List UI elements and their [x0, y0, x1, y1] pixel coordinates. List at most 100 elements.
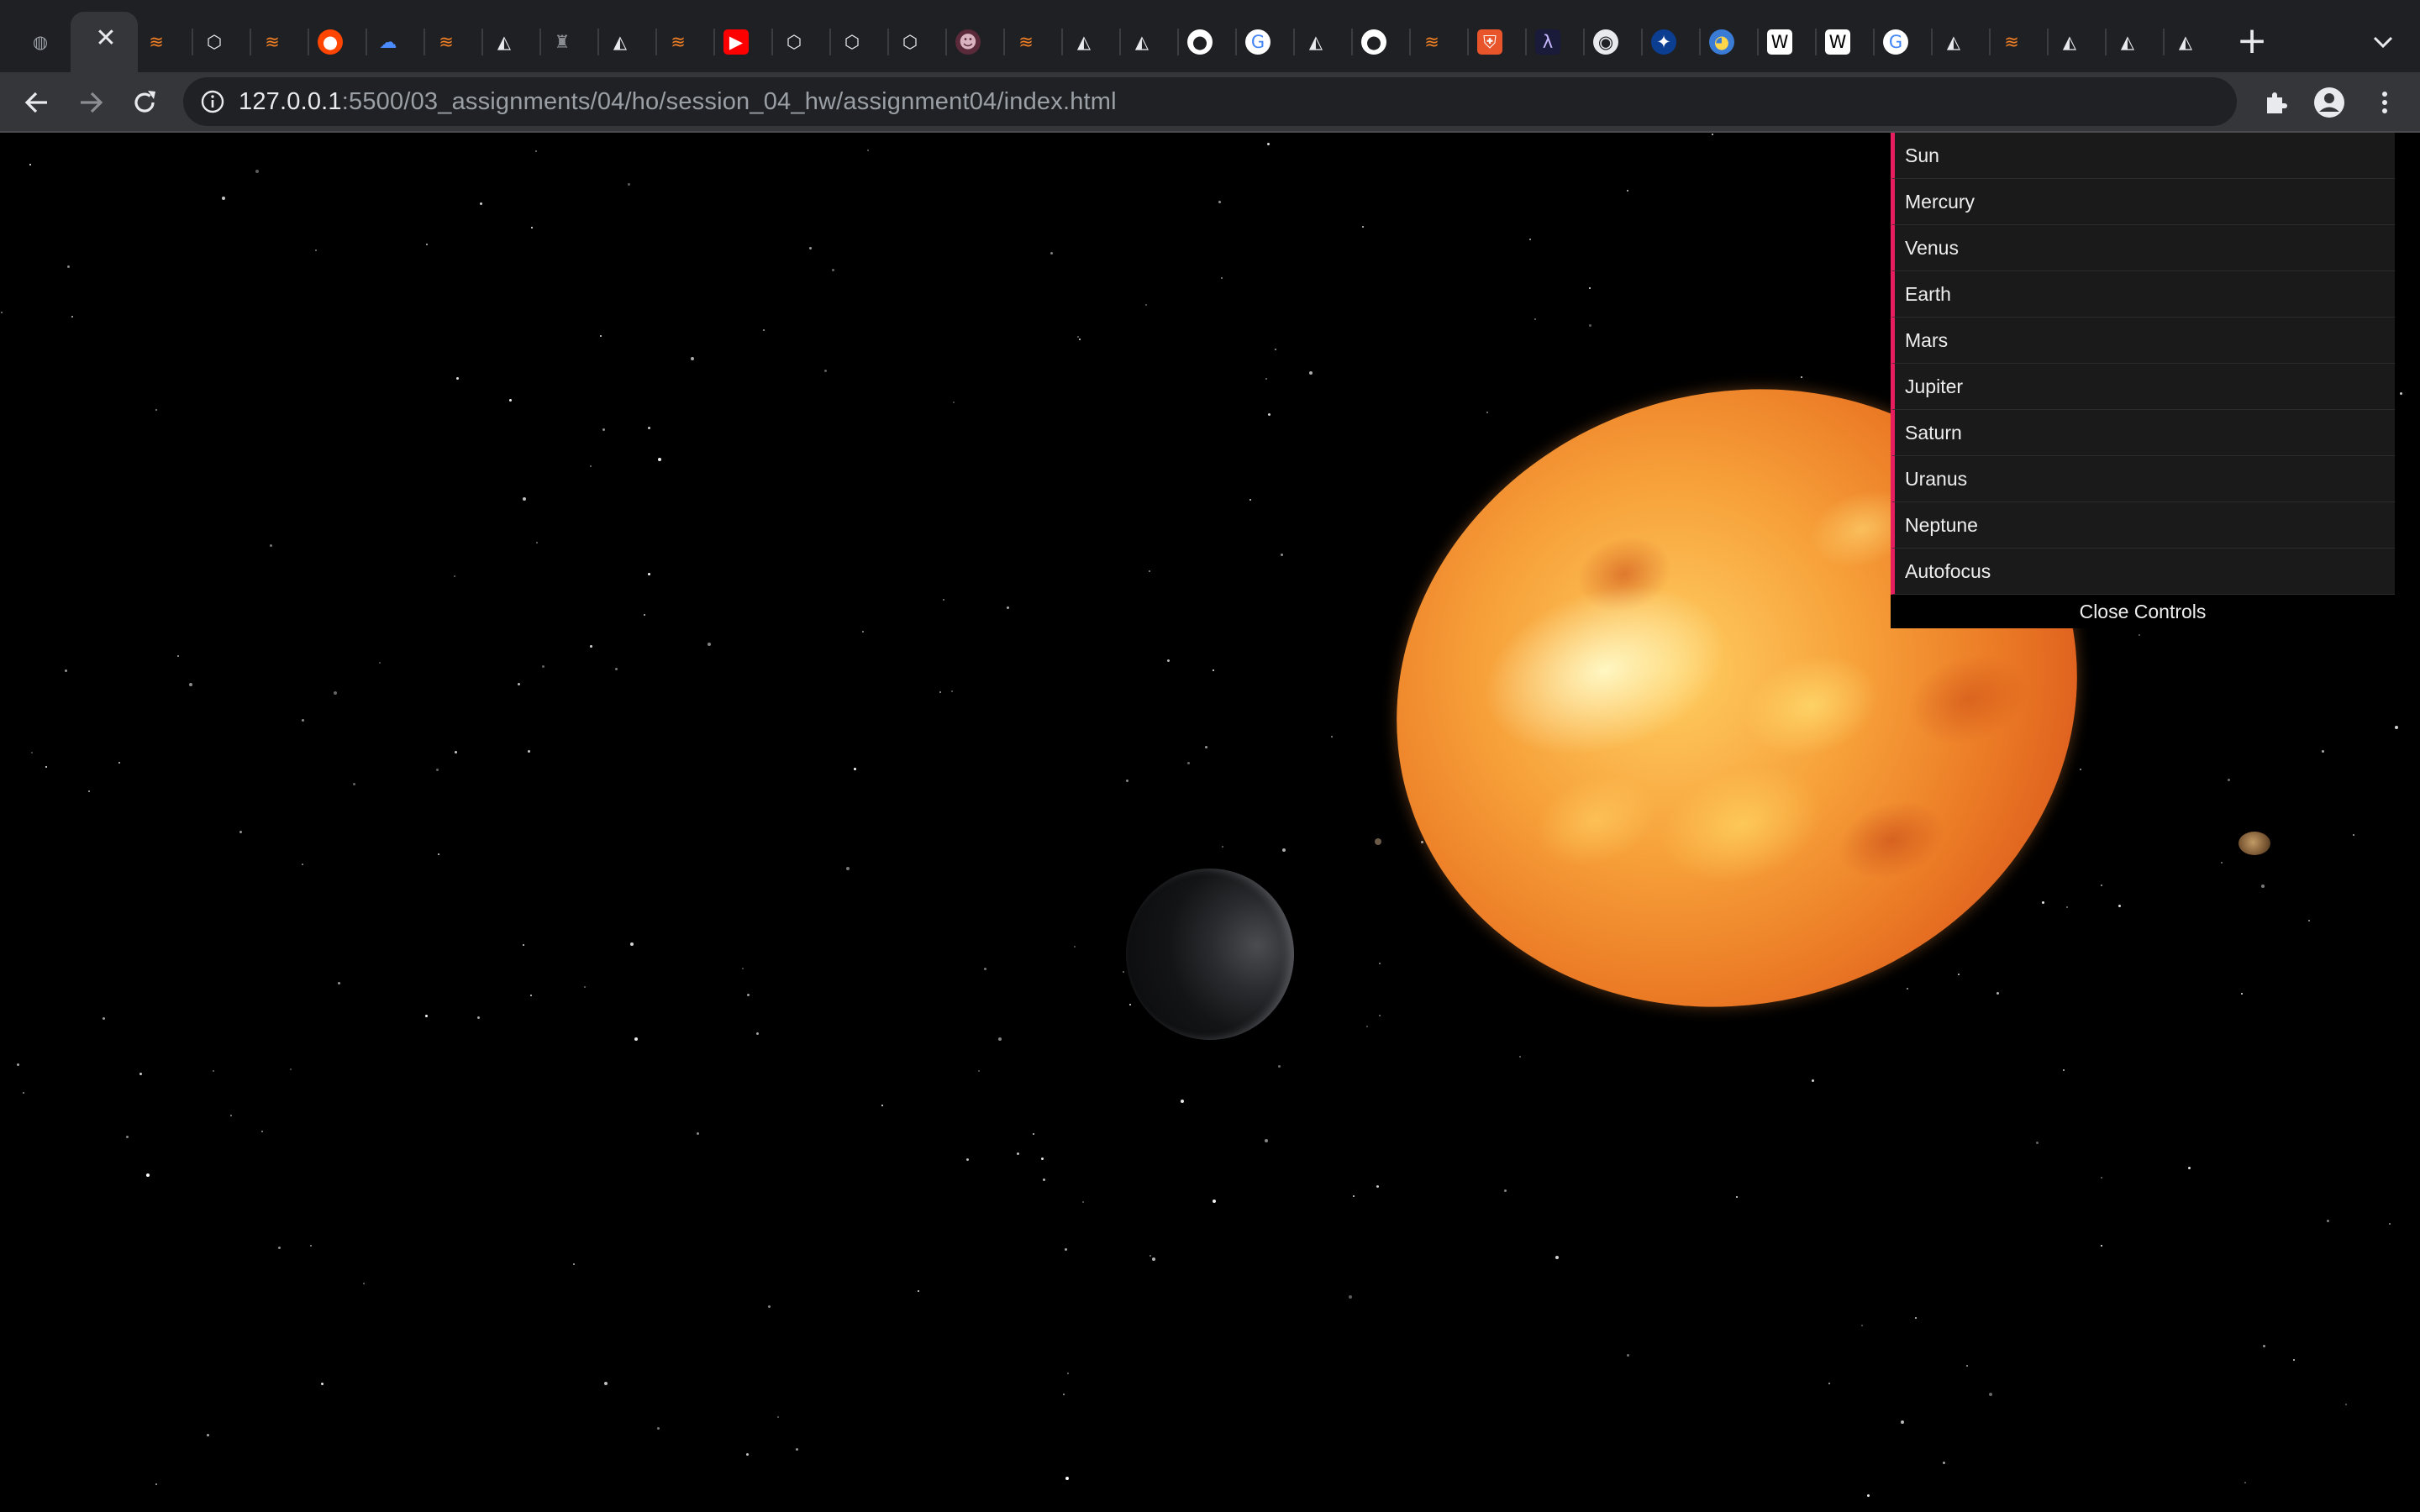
star: [1167, 659, 1170, 662]
star: [155, 1483, 157, 1485]
star: [454, 575, 455, 577]
browser-tab[interactable]: ◭: [2053, 15, 2086, 69]
browser-tab[interactable]: G: [1241, 15, 1275, 69]
tab-separator: [1409, 29, 1411, 55]
browser-tab[interactable]: ●: [1183, 15, 1217, 69]
browser-tab[interactable]: ⬡: [835, 15, 869, 69]
star: [691, 357, 694, 360]
control-jupiter[interactable]: Jupiter: [1891, 364, 2395, 410]
star: [438, 853, 439, 855]
url-text[interactable]: 127.0.0.1:5500/03_assignments/04/ho/sess…: [239, 77, 1117, 126]
browser-tab[interactable]: ≋: [1995, 15, 2028, 69]
tab-separator: [1583, 29, 1585, 55]
active-tab[interactable]: ✕: [71, 12, 138, 72]
star: [302, 864, 303, 865]
browser-tab[interactable]: ☻: [951, 15, 985, 69]
browser-tab[interactable]: W: [1821, 15, 1854, 69]
star: [602, 428, 605, 431]
code-icon: λ: [1535, 29, 1560, 55]
browser-tab[interactable]: ◭: [1299, 15, 1333, 69]
browser-tab[interactable]: ≋: [429, 15, 463, 69]
close-icon[interactable]: ✕: [92, 25, 119, 52]
star: [998, 1037, 1002, 1041]
star: [590, 465, 592, 467]
browser-tab[interactable]: ▶: [719, 15, 753, 69]
browser-tab[interactable]: ⬡: [197, 15, 231, 69]
star: [1379, 963, 1381, 964]
close-controls-button[interactable]: Close Controls: [1891, 595, 2395, 628]
tab-search-button[interactable]: [2366, 25, 2400, 59]
star: [1063, 1394, 1065, 1395]
star: [88, 790, 90, 792]
star: [1213, 1200, 1216, 1203]
browser-tab[interactable]: ●: [313, 15, 347, 69]
browser-tab[interactable]: ◭: [2111, 15, 2144, 69]
browser-tab[interactable]: ⬡: [777, 15, 811, 69]
browser-tab[interactable]: ≋: [255, 15, 289, 69]
back-button[interactable]: [20, 86, 54, 119]
control-uranus[interactable]: Uranus: [1891, 456, 2395, 502]
browser-tab[interactable]: ≋: [661, 15, 695, 69]
tab-separator: [945, 29, 947, 55]
reload-button[interactable]: [128, 86, 161, 119]
control-mercury[interactable]: Mercury: [1891, 179, 2395, 225]
profile-button[interactable]: [2312, 86, 2346, 119]
control-earth[interactable]: Earth: [1891, 271, 2395, 318]
star: [746, 1453, 749, 1456]
extensions-button[interactable]: [2259, 86, 2292, 119]
star: [2244, 1482, 2246, 1483]
control-saturn[interactable]: Saturn: [1891, 410, 2395, 456]
browser-tab[interactable]: λ: [1531, 15, 1565, 69]
menu-button[interactable]: [2368, 86, 2402, 119]
browser-tab[interactable]: ✦: [1647, 15, 1681, 69]
star: [1205, 746, 1207, 748]
browser-tab[interactable]: W: [1763, 15, 1797, 69]
browser-tab[interactable]: ⛨: [1473, 15, 1507, 69]
browser-tab[interactable]: ◭: [2169, 15, 2202, 69]
dark-planet: [1126, 869, 1294, 1040]
control-venus[interactable]: Venus: [1891, 225, 2395, 271]
browser-tab[interactable]: ●: [1357, 15, 1391, 69]
browser-tab[interactable]: ☁: [371, 15, 405, 69]
new-tab-button[interactable]: +: [2232, 22, 2272, 62]
star: [456, 377, 459, 380]
control-autofocus[interactable]: Autofocus: [1891, 549, 2395, 595]
star: [2101, 1245, 2102, 1247]
browser-tab[interactable]: ◍: [24, 15, 57, 69]
browser-tab[interactable]: ◉: [1589, 15, 1623, 69]
star: [796, 1448, 798, 1451]
control-neptune[interactable]: Neptune: [1891, 502, 2395, 549]
star: [1067, 1373, 1069, 1374]
info-icon[interactable]: [200, 89, 225, 114]
control-sun[interactable]: Sun: [1891, 133, 2395, 179]
browser-tab[interactable]: ≋: [1009, 15, 1043, 69]
star: [1907, 988, 1908, 990]
star: [756, 1032, 759, 1035]
star: [426, 244, 428, 245]
star: [1050, 252, 1053, 255]
browser-tab[interactable]: ◭: [1067, 15, 1101, 69]
star: [939, 691, 941, 693]
google-icon: G: [1245, 29, 1270, 55]
star: [1379, 1015, 1381, 1016]
browser-tab[interactable]: ◭: [603, 15, 637, 69]
browser-tab[interactable]: ≋: [139, 15, 173, 69]
star: [1801, 376, 1802, 378]
browser-tab[interactable]: ≋: [1415, 15, 1449, 69]
distant-planet: [2238, 832, 2270, 855]
forward-button[interactable]: [74, 86, 108, 119]
browser-tab[interactable]: ◭: [487, 15, 521, 69]
star: [1077, 336, 1079, 338]
browser-tab[interactable]: ⬡: [893, 15, 927, 69]
address-bar[interactable]: 127.0.0.1:5500/03_assignments/04/ho/sess…: [183, 77, 2237, 126]
github-icon: ●: [1361, 29, 1386, 55]
browser-tab[interactable]: ◭: [1125, 15, 1159, 69]
star: [1074, 946, 1076, 948]
browser-tab[interactable]: ♜: [545, 15, 579, 69]
star: [1126, 780, 1128, 782]
browser-tab[interactable]: ◭: [1937, 15, 1970, 69]
browser-tab[interactable]: ◕: [1705, 15, 1739, 69]
control-mars[interactable]: Mars: [1891, 318, 2395, 364]
star: [658, 458, 661, 461]
browser-tab[interactable]: G: [1879, 15, 1912, 69]
